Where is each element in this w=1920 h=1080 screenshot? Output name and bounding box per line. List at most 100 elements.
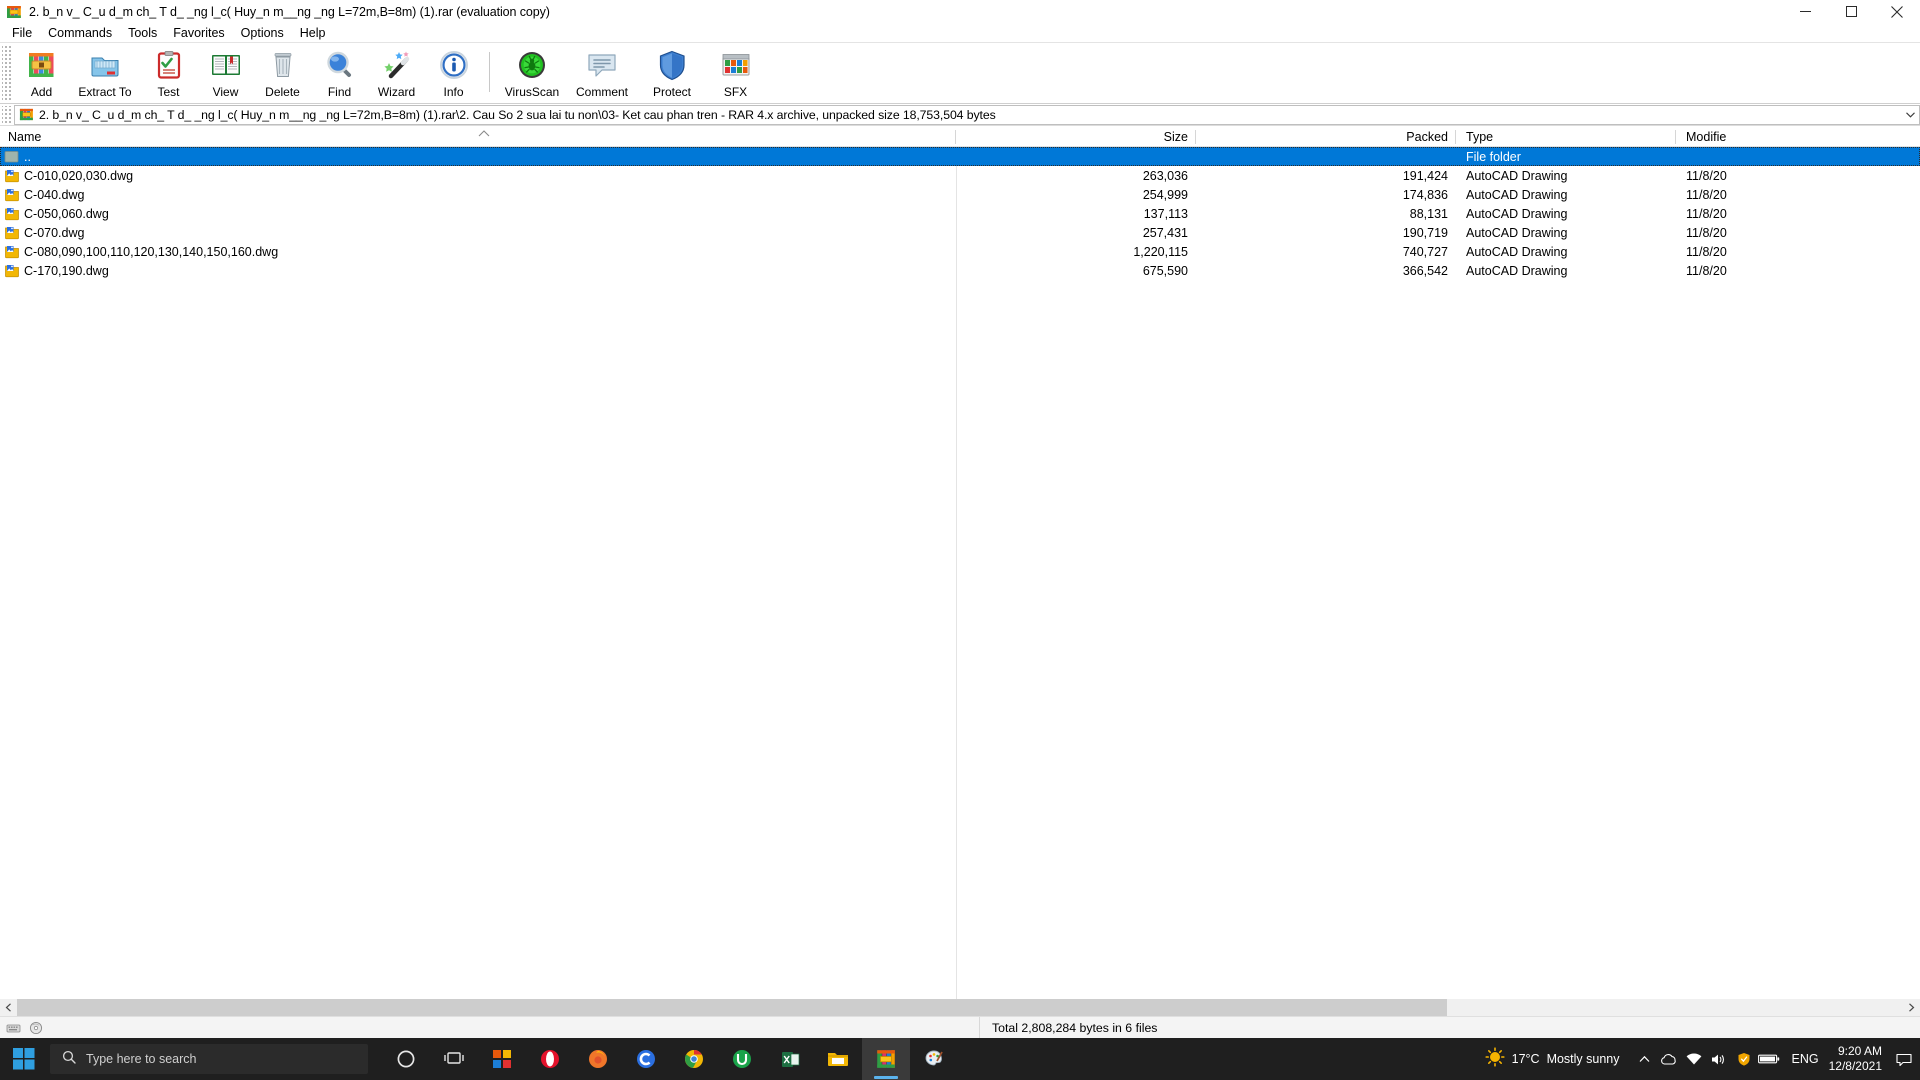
network-icon[interactable] [1682, 1038, 1707, 1080]
menu-help[interactable]: Help [292, 25, 334, 41]
scroll-right-arrow[interactable] [1903, 999, 1920, 1016]
menu-favorites[interactable]: Favorites [165, 25, 232, 41]
info-button-label: Info [443, 85, 464, 99]
clock-time: 9:20 AM [1837, 1044, 1882, 1058]
protect-shield-icon [656, 49, 688, 81]
chevron-down-icon[interactable] [1902, 106, 1919, 124]
cell-packed [1196, 147, 1456, 166]
view-button-label: View [212, 85, 239, 99]
virusscan-bug-icon [516, 49, 548, 81]
firefox-icon[interactable] [574, 1038, 622, 1080]
find-magnifier-icon [324, 49, 356, 81]
cortana-icon[interactable] [382, 1038, 430, 1080]
table-row[interactable]: C-010,020,030.dwg 263,036 191,424 AutoCAD D… [0, 166, 1920, 185]
table-row[interactable]: .. File folder [0, 147, 1920, 166]
toolbar-grip[interactable] [2, 46, 11, 100]
widgets-icon[interactable] [478, 1038, 526, 1080]
test-button[interactable]: Test [140, 46, 197, 102]
view-button[interactable]: View [197, 46, 254, 102]
file-name-text: C-170,190.dwg [24, 263, 109, 278]
task-view-icon[interactable] [430, 1038, 478, 1080]
wizard-wand-icon [381, 49, 413, 81]
cell-name: C-170,190.dwg [0, 261, 956, 280]
add-button-label: Add [30, 85, 53, 99]
show-hidden-icons-chevron[interactable] [1632, 1038, 1657, 1080]
delete-button[interactable]: Delete [254, 46, 311, 102]
key-icon[interactable] [6, 1021, 22, 1035]
cell-name: C-010,020,030.dwg [0, 166, 956, 185]
table-row[interactable]: C-070.dwg 257,431 190,719 AutoCAD Drawing 11… [0, 223, 1920, 242]
notification-center-icon[interactable] [1896, 1038, 1912, 1080]
menu-commands[interactable]: Commands [40, 25, 120, 41]
close-button[interactable] [1874, 0, 1920, 23]
cell-packed: 88,131 [1409, 206, 1448, 221]
wizard-button[interactable]: Wizard [368, 46, 425, 102]
find-button-label: Find [327, 85, 352, 99]
cell-modified: 11/8/20 [1686, 168, 1727, 183]
language-indicator[interactable]: ENG [1792, 1052, 1819, 1066]
extract-to-button[interactable]: Extract To [70, 46, 140, 102]
column-header-type[interactable]: Type [1456, 127, 1676, 147]
test-button-label: Test [157, 85, 180, 99]
column-header-modified[interactable]: Modifie [1676, 127, 1920, 147]
windows-start-icon[interactable] [0, 1038, 48, 1080]
onedrive-icon[interactable] [1657, 1038, 1682, 1080]
minimize-button[interactable] [1782, 0, 1828, 23]
table-row[interactable]: C-050,060.dwg 137,113 88,131 AutoCAD Drawin… [0, 204, 1920, 223]
shield-icon[interactable] [1732, 1038, 1757, 1080]
winrar-window: 2. b_n v_ C_u d_m ch_ T d_ _ng l_c( Huy_… [0, 0, 1920, 1080]
wizard-button-label: Wizard [377, 85, 416, 99]
scroll-track[interactable] [17, 999, 1903, 1016]
info-button[interactable]: Info [425, 46, 482, 102]
cell-size: 254,999 [1142, 187, 1188, 202]
add-button[interactable]: Add [13, 46, 70, 102]
table-row[interactable]: C-040.dwg 254,999 174,836 AutoCAD Drawing 11… [0, 185, 1920, 204]
menu-file[interactable]: File [4, 25, 40, 41]
column-header-size[interactable]: Size [956, 127, 1196, 147]
table-row[interactable]: C-080,090,100,110,120,130,140,150,160.dw… [0, 242, 1920, 261]
menu-tools[interactable]: Tools [120, 25, 165, 41]
disc-icon[interactable] [28, 1021, 44, 1035]
file-name-text: C-040.dwg [24, 187, 85, 202]
scroll-left-arrow[interactable] [0, 999, 17, 1016]
opera-icon[interactable] [526, 1038, 574, 1080]
comment-button[interactable]: Comment [567, 46, 637, 102]
chrome-icon[interactable] [670, 1038, 718, 1080]
column-header-packed[interactable]: Packed [1196, 127, 1456, 147]
address-combobox[interactable]: 2. b_n v_ C_u d_m ch_ T d_ _ng l_c( Huy_… [14, 104, 1920, 125]
scroll-thumb[interactable] [17, 999, 1447, 1016]
coccoc-icon[interactable] [622, 1038, 670, 1080]
cell-packed: 190,719 [1402, 225, 1448, 240]
protect-button[interactable]: Protect [637, 46, 707, 102]
table-row[interactable]: C-170,190.dwg 675,590 366,542 AutoCAD Drawi… [0, 261, 1920, 280]
winrar-icon[interactable] [862, 1038, 910, 1080]
maximize-button[interactable] [1828, 0, 1874, 23]
cell-type: AutoCAD Drawing [1466, 244, 1568, 259]
weather-widget[interactable]: 17°C Mostly sunny [1485, 1046, 1620, 1072]
battery-icon[interactable] [1757, 1038, 1782, 1080]
file-explorer-icon[interactable] [814, 1038, 862, 1080]
winrar-icon [19, 107, 34, 122]
unikey-icon[interactable] [718, 1038, 766, 1080]
clock[interactable]: 9:20 AM 12/8/2021 [1829, 1044, 1882, 1074]
volume-icon[interactable] [1707, 1038, 1732, 1080]
find-button[interactable]: Find [311, 46, 368, 102]
address-bar-grip[interactable] [2, 105, 11, 124]
comment-button-label: Comment [575, 85, 628, 99]
folder-up-icon [4, 149, 20, 165]
winrar-icon [6, 4, 22, 20]
comment-bubble-icon [586, 49, 618, 81]
menu-options[interactable]: Options [233, 25, 292, 41]
window-title: 2. b_n v_ C_u d_m ch_ T d_ _ng l_c( Huy_… [29, 4, 550, 19]
search-input[interactable]: Type here to search [50, 1044, 368, 1074]
cell-type: AutoCAD Drawing [1466, 187, 1568, 202]
sfx-button[interactable]: SFX [707, 46, 764, 102]
file-list[interactable]: .. File folder C-010,020,030.dwg 263,036 191… [0, 147, 1920, 999]
paint-icon[interactable] [910, 1038, 958, 1080]
virusscan-button[interactable]: VirusScan [497, 46, 567, 102]
excel-icon[interactable] [766, 1038, 814, 1080]
horizontal-scrollbar[interactable] [0, 999, 1920, 1016]
cell-type: AutoCAD Drawing [1466, 263, 1568, 278]
cell-type: File folder [1466, 149, 1521, 164]
delete-trash-icon [267, 49, 299, 81]
